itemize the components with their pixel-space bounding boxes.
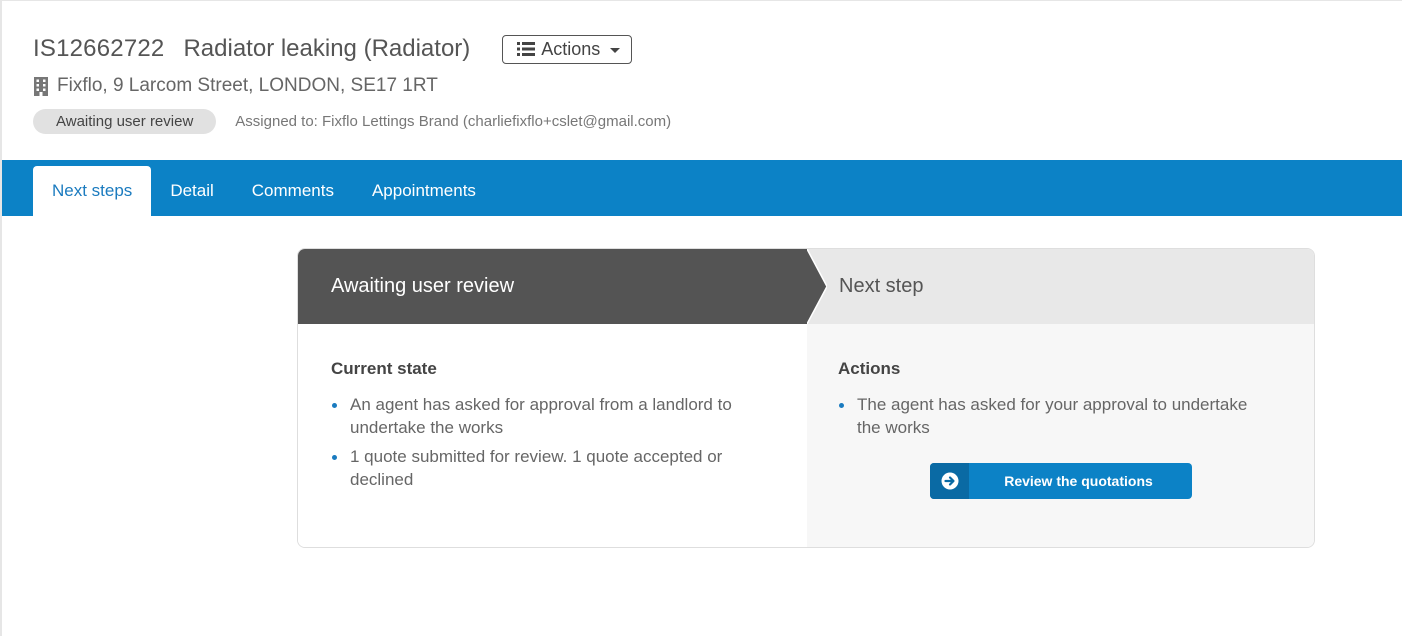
tab-list: Next steps Detail Comments Appointments <box>33 166 495 216</box>
current-state-title: Current state <box>331 359 437 378</box>
list-item: An agent has asked for approval from a l… <box>331 393 767 439</box>
tab-detail[interactable]: Detail <box>151 166 232 216</box>
title-row: IS12662722 Radiator leaking (Radiator) A… <box>33 33 1402 65</box>
building-icon <box>34 77 48 96</box>
job-title: Radiator leaking (Radiator) <box>183 35 471 62</box>
assigned-to: Assigned to: Fixflo Lettings Brand (char… <box>235 112 672 130</box>
job-header: IS12662722 Radiator leaking (Radiator) A… <box>33 33 1402 134</box>
address-row: Fixflo, 9 Larcom Street, LONDON, SE17 1R… <box>33 73 1402 99</box>
review-quotations-label: Review the quotations <box>1004 473 1153 489</box>
arrow-circle-right-icon <box>930 463 969 499</box>
current-state-list: An agent has asked for approval from a l… <box>331 393 767 491</box>
review-quotations-button[interactable]: Review the quotations <box>930 463 1192 499</box>
status-row: Awaiting user review Assigned to: Fixflo… <box>33 108 1402 134</box>
tab-comments[interactable]: Comments <box>233 166 353 216</box>
tab-next-steps[interactable]: Next steps <box>33 166 152 216</box>
list-item: The agent has asked for your approval to… <box>838 393 1274 439</box>
current-status-heading: Awaiting user review <box>298 249 807 324</box>
list-item: 1 quote submitted for review. 1 quote ac… <box>331 445 767 491</box>
caret-down-icon <box>610 47 621 53</box>
property-address: Fixflo, 9 Larcom Street, LONDON, SE17 1R… <box>57 75 438 96</box>
status-badge: Awaiting user review <box>33 108 217 134</box>
next-step-panel: Next step Actions The agent has asked fo… <box>807 249 1314 547</box>
list-icon <box>517 42 536 56</box>
actions-dropdown-button[interactable]: Actions <box>502 34 633 64</box>
tab-bar: Next steps Detail Comments Appointments <box>2 160 1402 216</box>
job-reference: IS12662722 <box>33 35 165 62</box>
actions-label: Actions <box>541 38 601 59</box>
next-step-heading: Next step <box>807 249 1314 324</box>
actions-title: Actions <box>838 359 901 378</box>
actions-list: The agent has asked for your approval to… <box>838 393 1274 439</box>
current-state-body: Current state An agent has asked for app… <box>298 359 807 491</box>
tab-appointments[interactable]: Appointments <box>353 166 495 216</box>
next-steps-card: Awaiting user review Current state An ag… <box>297 248 1315 548</box>
step-chevron <box>807 249 827 324</box>
actions-body: Actions The agent has asked for your app… <box>807 359 1314 439</box>
current-state-panel: Awaiting user review Current state An ag… <box>298 249 807 547</box>
